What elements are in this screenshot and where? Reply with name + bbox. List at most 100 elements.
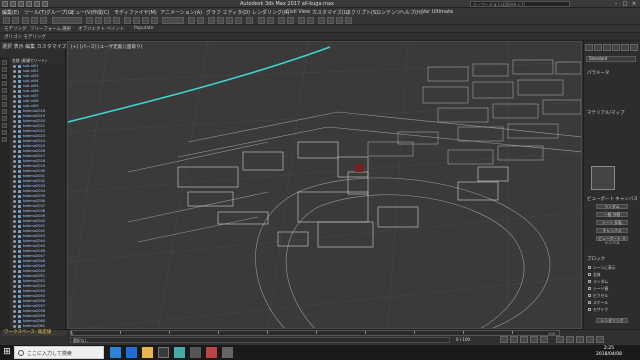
visibility-icon[interactable] <box>13 100 16 103</box>
app-taskbar-icon-2[interactable] <box>206 347 217 358</box>
ribbon-toggle-icon[interactable] <box>287 17 294 24</box>
visibility-icon[interactable] <box>13 85 16 88</box>
menu-edit[interactable]: 編集(E) <box>2 9 19 16</box>
file-explorer-icon[interactable] <box>142 347 153 358</box>
menu-create[interactable]: 作成(C) <box>92 9 109 16</box>
visibility-icon[interactable] <box>13 135 16 138</box>
display-xrefs-icon[interactable] <box>2 109 7 114</box>
maximize-viewport-icon[interactable] <box>596 336 604 343</box>
visibility-icon[interactable] <box>13 250 16 253</box>
ribbon-tab-object-paint[interactable]: オブジェクト ペイント <box>78 26 124 32</box>
menu-customize[interactable]: カスタマイズ(U) <box>312 9 349 16</box>
visibility-icon[interactable] <box>13 305 16 308</box>
spinner-snap-icon[interactable] <box>235 17 242 24</box>
split-button[interactable]: 一般 分割 <box>596 212 628 217</box>
checkbox-show-in-scene[interactable] <box>588 266 591 269</box>
visibility-icon[interactable] <box>13 255 16 258</box>
app-taskbar-icon[interactable] <box>190 347 201 358</box>
visibility-icon[interactable] <box>13 285 16 288</box>
visibility-icon[interactable] <box>13 240 16 243</box>
bind-space-warp-icon[interactable] <box>40 17 47 24</box>
taskbar-clock[interactable]: 2:25 2018/04/08 <box>596 346 622 358</box>
3ds-max-taskbar-icon[interactable] <box>174 347 185 358</box>
visibility-icon[interactable] <box>13 270 16 273</box>
visibility-icon[interactable] <box>13 275 16 278</box>
menu-rendering[interactable]: レンダリング(R) <box>252 9 289 16</box>
task-view-icon[interactable] <box>110 347 121 358</box>
motion-tab-icon[interactable] <box>612 44 620 51</box>
pivot-icon[interactable] <box>188 17 195 24</box>
checkbox-mosaic[interactable] <box>588 308 591 311</box>
visibility-icon[interactable] <box>13 185 16 188</box>
display-containers-icon[interactable] <box>2 123 7 128</box>
visibility-icon[interactable] <box>13 145 16 148</box>
modify-tab-icon[interactable] <box>594 44 602 51</box>
align-icon[interactable] <box>267 17 274 24</box>
go-to-end-icon[interactable] <box>540 336 548 343</box>
minimize-icon[interactable]: – <box>612 1 620 7</box>
rotate-icon[interactable] <box>133 17 140 24</box>
visibility-icon[interactable] <box>13 325 16 328</box>
visibility-icon[interactable] <box>13 140 16 143</box>
visibility-icon[interactable] <box>13 175 16 178</box>
selection-filter-dropdown[interactable] <box>52 17 82 24</box>
workspace-selector[interactable]: ワークスペース: 既定値 <box>2 330 66 336</box>
menu-view[interactable]: ビュー(V) <box>70 9 92 16</box>
windows-start-icon[interactable]: ⊞ <box>2 347 12 357</box>
visibility-icon[interactable] <box>13 280 16 283</box>
orbit-icon[interactable] <box>566 336 574 343</box>
ribbon-tab-modeling[interactable]: モデリング <box>4 26 27 32</box>
select-by-name-icon[interactable] <box>95 17 102 24</box>
visibility-icon[interactable] <box>13 170 16 173</box>
section-material-maps[interactable]: マテリアル/マップ <box>587 110 624 116</box>
display-lights-icon[interactable] <box>2 74 7 79</box>
visibility-icon[interactable] <box>13 65 16 68</box>
visibility-icon[interactable] <box>13 125 16 128</box>
visibility-icon[interactable] <box>13 195 16 198</box>
display-frozen-icon[interactable] <box>2 130 7 135</box>
visibility-icon[interactable] <box>13 190 16 193</box>
visibility-icon[interactable] <box>13 75 16 78</box>
hierarchy-tab-icon[interactable] <box>603 44 611 51</box>
rectangular-selection-icon[interactable] <box>104 17 111 24</box>
color-swatch[interactable] <box>591 166 615 190</box>
viewport-canvas-button[interactable]: ビューポート キャンバス <box>596 236 628 245</box>
visibility-icon[interactable] <box>13 215 16 218</box>
visibility-icon[interactable] <box>13 130 16 133</box>
visibility-icon[interactable] <box>13 265 16 268</box>
visibility-icon[interactable] <box>13 180 16 183</box>
edge-browser-icon[interactable] <box>126 347 137 358</box>
visibility-icon[interactable] <box>13 90 16 93</box>
timeline-track[interactable] <box>70 330 560 336</box>
display-groups-icon[interactable] <box>2 102 7 107</box>
visibility-icon[interactable] <box>13 155 16 158</box>
window-crossing-icon[interactable] <box>113 17 120 24</box>
rendered-frame-window-icon[interactable] <box>336 17 343 24</box>
visibility-icon[interactable] <box>13 95 16 98</box>
app-menu-icon[interactable] <box>2 1 8 7</box>
open-file-icon[interactable] <box>18 1 24 7</box>
section-block[interactable]: ブロック <box>587 256 605 262</box>
visibility-icon[interactable] <box>13 320 16 323</box>
visibility-icon[interactable] <box>13 235 16 238</box>
frame-counter[interactable]: 0 / 100 <box>456 337 470 342</box>
close-icon[interactable]: × <box>630 1 638 7</box>
visibility-icon[interactable] <box>13 105 16 108</box>
layer-explorer-icon[interactable] <box>278 17 285 24</box>
save-file-icon[interactable] <box>26 1 32 7</box>
menu-tools[interactable]: ツール(T) <box>24 9 46 16</box>
material-editor-icon[interactable] <box>318 17 325 24</box>
help-search-input[interactable]: キーワードまたは語句を入力 <box>470 1 570 7</box>
undo-button[interactable] <box>3 17 10 24</box>
visibility-icon[interactable] <box>13 205 16 208</box>
section-parameters[interactable]: パラメータ <box>587 70 609 76</box>
visibility-icon[interactable] <box>13 260 16 263</box>
angle-snap-icon[interactable] <box>217 17 224 24</box>
canvas-button[interactable]: キャンバス <box>596 228 628 233</box>
play-icon[interactable] <box>520 336 528 343</box>
display-helpers-icon[interactable] <box>2 88 7 93</box>
go-to-start-icon[interactable] <box>500 336 508 343</box>
display-geometry-icon[interactable] <box>2 60 7 65</box>
checkbox-whole[interactable] <box>588 273 591 276</box>
store-icon[interactable] <box>158 347 169 358</box>
